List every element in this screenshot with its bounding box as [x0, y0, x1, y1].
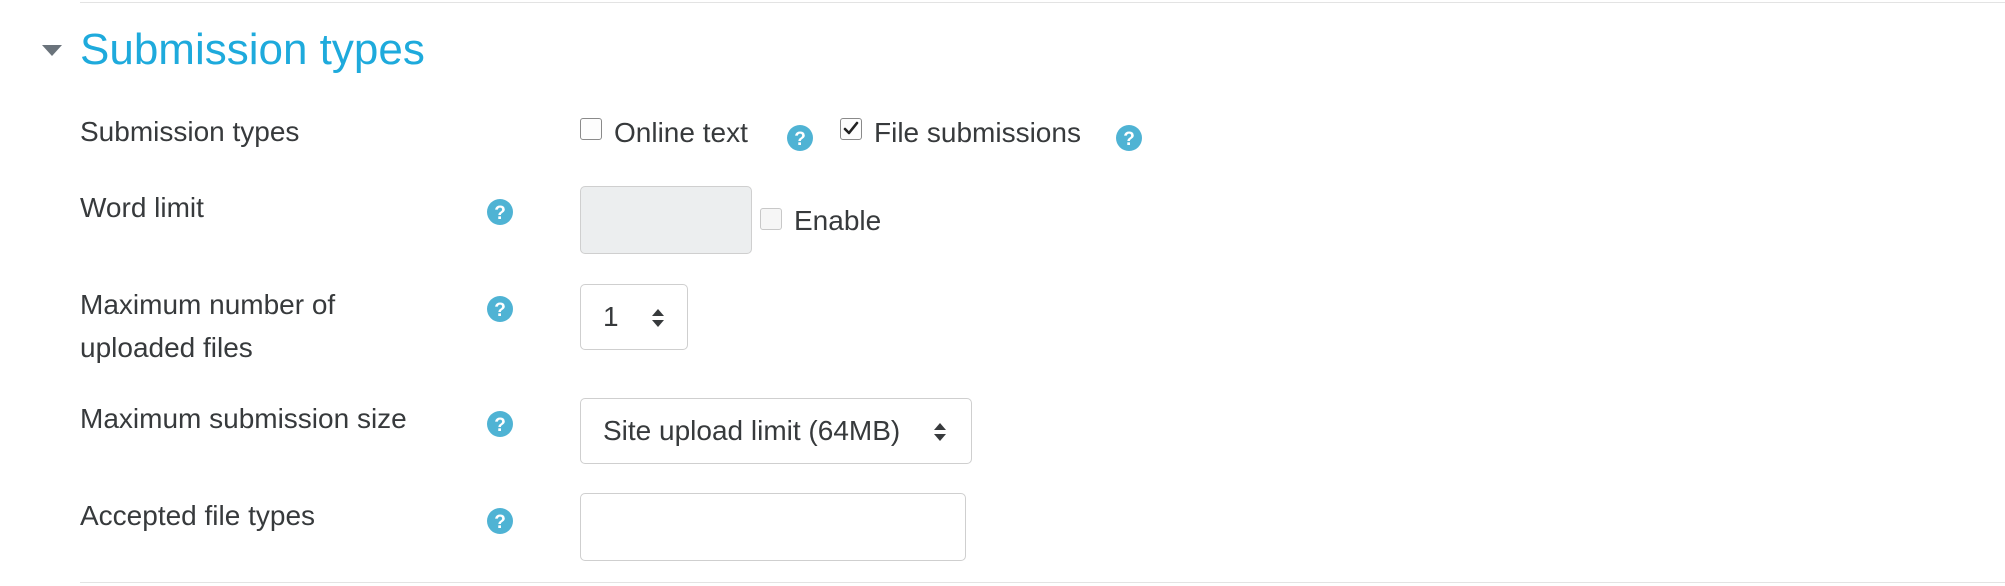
submission-types-panel: Submission types Submission types Online… — [0, 0, 2005, 586]
max-files-label-line1: Maximum number of — [80, 289, 336, 320]
bottom-divider — [80, 582, 2005, 583]
caret-down-icon — [42, 45, 62, 56]
top-divider — [80, 2, 2005, 3]
online-text-help-icon[interactable]: ? — [786, 124, 814, 152]
max-files-label-line2: uploaded files — [80, 332, 253, 363]
max-files-select[interactable]: 1 — [580, 284, 688, 350]
collapse-toggle[interactable] — [40, 42, 64, 58]
checkmark-icon — [843, 121, 859, 135]
file-types-label: Accepted file types — [80, 500, 316, 531]
max-files-selected-value: 1 — [603, 301, 619, 332]
word-limit-label: Word limit — [80, 192, 204, 223]
section-title[interactable]: Submission types — [80, 22, 425, 78]
online-text-label[interactable]: Online text — [614, 113, 748, 153]
svg-text:?: ? — [494, 300, 506, 321]
svg-text:?: ? — [494, 512, 506, 533]
file-submissions-help-icon[interactable]: ? — [1115, 124, 1143, 152]
submission-types-label: Submission types — [80, 116, 300, 147]
file-types-help-icon[interactable]: ? — [486, 507, 514, 535]
svg-text:?: ? — [1123, 129, 1135, 150]
word-limit-input[interactable] — [580, 186, 752, 254]
sort-arrows-icon — [934, 423, 946, 441]
max-size-select[interactable]: Site upload limit (64MB) — [580, 398, 972, 464]
max-size-label: Maximum submission size — [80, 403, 407, 434]
svg-text:?: ? — [494, 415, 506, 436]
file-types-input[interactable] — [580, 493, 966, 561]
sort-arrows-icon — [652, 309, 664, 327]
file-submissions-label[interactable]: File submissions — [874, 113, 1081, 153]
word-limit-enable-checkbox[interactable] — [760, 208, 782, 230]
word-limit-enable-label[interactable]: Enable — [794, 201, 881, 241]
max-size-selected-value: Site upload limit (64MB) — [603, 415, 901, 446]
max-size-help-icon[interactable]: ? — [486, 410, 514, 438]
max-files-help-icon[interactable]: ? — [486, 295, 514, 323]
svg-text:?: ? — [794, 129, 806, 150]
file-submissions-checkbox[interactable] — [840, 118, 862, 140]
word-limit-help-icon[interactable]: ? — [486, 198, 514, 226]
svg-text:?: ? — [494, 203, 506, 224]
online-text-checkbox[interactable] — [580, 118, 602, 140]
